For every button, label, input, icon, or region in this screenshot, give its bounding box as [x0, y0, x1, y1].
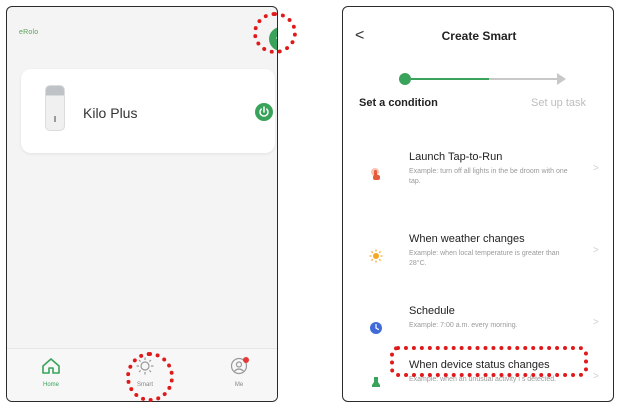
chevron-right-icon: >: [593, 371, 599, 382]
option-title: Schedule: [409, 305, 455, 317]
step-set-condition: Set a condition: [359, 97, 438, 109]
device-image: [45, 85, 65, 131]
device-icon: [372, 377, 380, 387]
option-schedule[interactable]: Schedule Example: 7:00 a.m. every mornin…: [369, 305, 599, 345]
device-name: Kilo Plus: [83, 105, 138, 121]
step-set-up-task: Set up task: [531, 97, 587, 109]
home-icon: [42, 358, 60, 374]
stepper-progress: [405, 78, 489, 80]
step-arrow: [557, 73, 566, 85]
highlight-device-status: [390, 346, 588, 377]
option-desc: Example: turn off all lights in the be d…: [409, 168, 568, 185]
device-card[interactable]: Kilo Plus: [21, 69, 275, 153]
option-launch-tap-to-run[interactable]: Launch Tap-to-Run Example: turn off all …: [369, 151, 599, 199]
chevron-right-icon: >: [593, 163, 599, 174]
option-desc: Example: when local temperature is great…: [409, 250, 560, 267]
power-button[interactable]: [255, 103, 273, 121]
highlight-add-button: [253, 12, 297, 54]
page-title: Create Smart: [441, 29, 517, 43]
option-title: Launch Tap-to-Run: [409, 151, 503, 163]
home-screen: eRolo + Kilo Plus Home: [6, 6, 278, 402]
tab-me[interactable]: Me: [219, 357, 259, 388]
clock-icon: [370, 322, 382, 334]
power-icon: [259, 106, 269, 117]
option-title: When weather changes: [409, 233, 525, 245]
create-smart-screen: < Create Smart Set a condition Set up ta…: [342, 6, 614, 402]
notification-dot: [243, 357, 249, 363]
sun-icon: [369, 249, 383, 263]
tab-home[interactable]: Home: [31, 357, 71, 388]
tab-me-label: Me: [234, 382, 244, 388]
step-dot-active: [399, 73, 411, 85]
tab-home-label: Home: [42, 382, 59, 388]
chevron-right-icon: >: [593, 245, 599, 256]
option-desc: Example: 7:00 a.m. every morning.: [409, 322, 518, 329]
stepper-remaining: [489, 78, 561, 80]
chevron-right-icon: >: [593, 317, 599, 328]
tap-icon: [371, 168, 380, 180]
highlight-smart-tab: [126, 352, 174, 402]
brand-logo: eRolo: [19, 29, 39, 36]
option-weather-changes[interactable]: When weather changes Example: when local…: [369, 233, 599, 281]
